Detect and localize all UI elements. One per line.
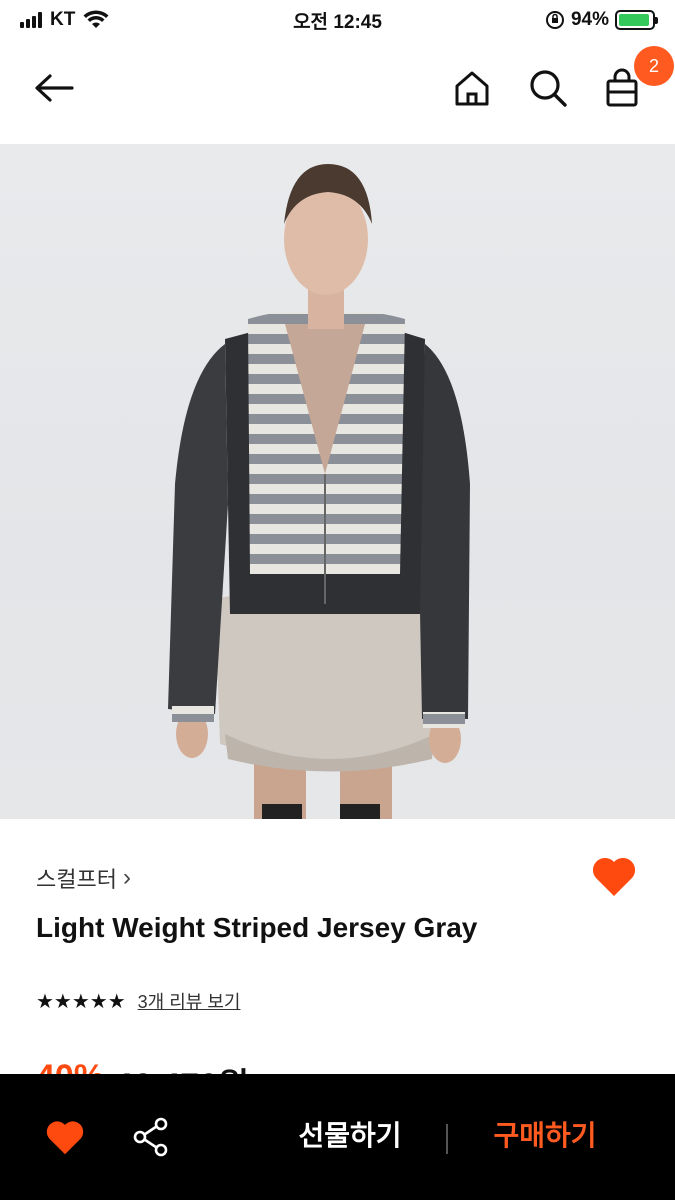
- status-left: KT: [20, 9, 220, 31]
- buy-button[interactable]: 구매하기: [470, 1114, 620, 1154]
- cart-count-badge: 2: [634, 46, 674, 86]
- share-button[interactable]: [132, 1116, 170, 1158]
- button-divider: [446, 1124, 448, 1154]
- status-right: 94%: [455, 9, 658, 31]
- product-image[interactable]: [0, 144, 675, 819]
- star-rating: ★★★★★: [36, 990, 126, 1013]
- product-photo: [168, 164, 470, 819]
- battery-icon: [615, 10, 658, 30]
- arrow-left-icon: [35, 74, 74, 102]
- heart-icon: [46, 1121, 84, 1155]
- brand-link[interactable]: 스컬프터 ›: [36, 862, 131, 894]
- review-link[interactable]: 3개 리뷰 보기: [138, 988, 241, 1014]
- product-title: Light Weight Striped Jersey Gray: [36, 912, 478, 943]
- status-time: 오전 12:45: [293, 11, 382, 33]
- home-icon: [455, 71, 489, 106]
- nav-bar: 2: [0, 40, 675, 144]
- back-button[interactable]: [32, 66, 76, 110]
- brand-name: 스컬프터: [36, 867, 117, 892]
- wifi-icon: [83, 10, 109, 28]
- battery-level: [619, 14, 650, 26]
- status-bar: KT 오전 12:45 94%: [0, 0, 675, 40]
- bottom-action-bar: 선물하기 구매하기: [0, 1074, 675, 1200]
- chevron-right-icon: ›: [122, 864, 131, 891]
- gift-button[interactable]: 선물하기: [270, 1114, 430, 1154]
- cart-button[interactable]: 2: [600, 46, 674, 110]
- bottom-like-button[interactable]: [44, 1118, 86, 1156]
- rating-row: ★★★★★ 3개 리뷰 보기: [36, 988, 240, 1014]
- battery-percent: 94%: [570, 9, 609, 30]
- wishlist-button[interactable]: [590, 854, 638, 898]
- signal-icon: [20, 12, 42, 28]
- search-button[interactable]: [526, 66, 570, 110]
- orientation-lock-icon: [545, 11, 564, 29]
- carrier-label: KT: [50, 9, 76, 30]
- home-button[interactable]: [450, 66, 494, 110]
- search-icon: [530, 70, 567, 107]
- share-icon: [133, 1117, 168, 1157]
- heart-icon: [592, 857, 636, 896]
